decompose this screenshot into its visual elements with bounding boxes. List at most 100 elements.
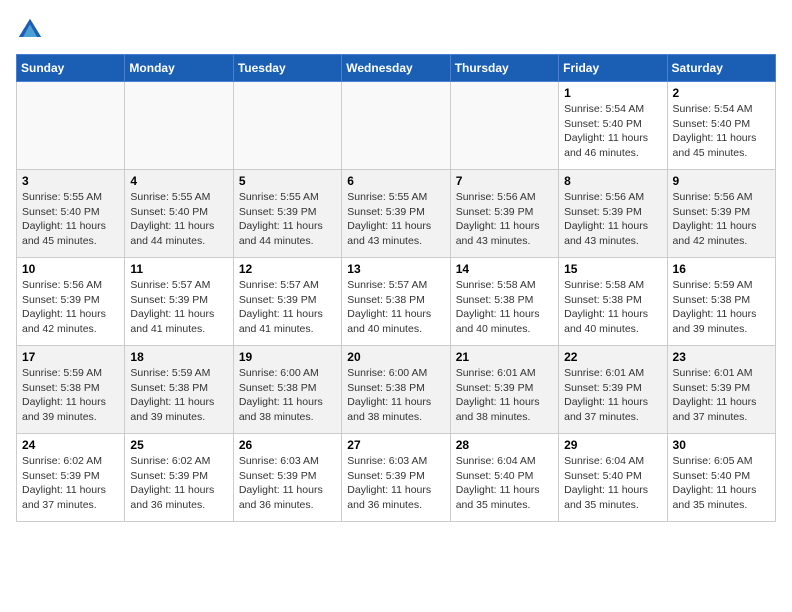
calendar-day-cell: 22 Sunrise: 6:01 AM Sunset: 5:39 PM Dayli… (559, 346, 667, 434)
day-info: Sunrise: 6:00 AM Sunset: 5:38 PM Dayligh… (347, 366, 444, 425)
day-number: 1 (564, 86, 661, 100)
day-info: Sunrise: 6:03 AM Sunset: 5:39 PM Dayligh… (347, 454, 444, 513)
calendar-day-cell: 17Sunrise: 5:59 AM Sunset: 5:38 PM Dayli… (17, 346, 125, 434)
calendar-day-cell: 27 Sunrise: 6:03 AM Sunset: 5:39 PM Dayli… (342, 434, 450, 522)
calendar-day-cell: 12 Sunrise: 5:57 AM Sunset: 5:39 PM Dayli… (233, 258, 341, 346)
calendar-week-row: 24 Sunrise: 6:02 AM Sunset: 5:39 PM Dayli… (17, 434, 776, 522)
day-number: 17 (22, 350, 119, 364)
calendar-day-cell: 23 Sunrise: 6:01 AM Sunset: 5:39 PM Dayli… (667, 346, 775, 434)
calendar-week-row: 10 Sunrise: 5:56 AM Sunset: 5:39 PM Dayli… (17, 258, 776, 346)
day-number: 14 (456, 262, 553, 276)
weekday-header-monday: Monday (125, 55, 233, 82)
day-number: 15 (564, 262, 661, 276)
day-number: 10 (22, 262, 119, 276)
day-info: Sunrise: 6:04 AM Sunset: 5:40 PM Dayligh… (564, 454, 661, 513)
calendar-day-cell: 10 Sunrise: 5:56 AM Sunset: 5:39 PM Dayli… (17, 258, 125, 346)
calendar-day-cell: 15 Sunrise: 5:58 AM Sunset: 5:38 PM Dayli… (559, 258, 667, 346)
day-info: Sunrise: 6:05 AM Sunset: 5:40 PM Dayligh… (673, 454, 770, 513)
day-info: Sunrise: 6:01 AM Sunset: 5:39 PM Dayligh… (564, 366, 661, 425)
day-info: Sunrise: 5:57 AM Sunset: 5:38 PM Dayligh… (347, 278, 444, 337)
weekday-header-sunday: Sunday (17, 55, 125, 82)
day-number: 23 (673, 350, 770, 364)
day-number: 12 (239, 262, 336, 276)
day-info: Sunrise: 5:59 AM Sunset: 5:38 PM Dayligh… (130, 366, 227, 425)
day-info: Sunrise: 5:54 AM Sunset: 5:40 PM Dayligh… (673, 102, 770, 161)
calendar-day-cell: 21 Sunrise: 6:01 AM Sunset: 5:39 PM Dayli… (450, 346, 558, 434)
day-number: 25 (130, 438, 227, 452)
day-info: Sunrise: 6:01 AM Sunset: 5:39 PM Dayligh… (456, 366, 553, 425)
empty-day-cell (233, 82, 341, 170)
empty-day-cell (342, 82, 450, 170)
calendar-day-cell: 1 Sunrise: 5:54 AM Sunset: 5:40 PM Daylig… (559, 82, 667, 170)
day-number: 18 (130, 350, 227, 364)
day-number: 21 (456, 350, 553, 364)
day-info: Sunrise: 5:59 AM Sunset: 5:38 PM Dayligh… (673, 278, 770, 337)
calendar-table: SundayMondayTuesdayWednesdayThursdayFrid… (16, 54, 776, 522)
day-number: 30 (673, 438, 770, 452)
day-number: 11 (130, 262, 227, 276)
calendar-week-row: 1 Sunrise: 5:54 AM Sunset: 5:40 PM Daylig… (17, 82, 776, 170)
day-number: 28 (456, 438, 553, 452)
day-number: 9 (673, 174, 770, 188)
calendar-day-cell: 16 Sunrise: 5:59 AM Sunset: 5:38 PM Dayli… (667, 258, 775, 346)
day-info: Sunrise: 5:55 AM Sunset: 5:40 PM Dayligh… (22, 190, 119, 249)
day-info: Sunrise: 5:56 AM Sunset: 5:39 PM Dayligh… (564, 190, 661, 249)
day-info: Sunrise: 6:04 AM Sunset: 5:40 PM Dayligh… (456, 454, 553, 513)
calendar-day-cell: 29 Sunrise: 6:04 AM Sunset: 5:40 PM Dayli… (559, 434, 667, 522)
calendar-day-cell: 3Sunrise: 5:55 AM Sunset: 5:40 PM Daylig… (17, 170, 125, 258)
day-number: 13 (347, 262, 444, 276)
calendar-day-cell: 8 Sunrise: 5:56 AM Sunset: 5:39 PM Daylig… (559, 170, 667, 258)
day-number: 16 (673, 262, 770, 276)
day-info: Sunrise: 5:57 AM Sunset: 5:39 PM Dayligh… (239, 278, 336, 337)
calendar-day-cell: 5Sunrise: 5:55 AM Sunset: 5:39 PM Daylig… (233, 170, 341, 258)
day-number: 20 (347, 350, 444, 364)
calendar-day-cell: 6Sunrise: 5:55 AM Sunset: 5:39 PM Daylig… (342, 170, 450, 258)
weekday-header-friday: Friday (559, 55, 667, 82)
calendar-day-cell: 11 Sunrise: 5:57 AM Sunset: 5:39 PM Dayli… (125, 258, 233, 346)
day-info: Sunrise: 5:58 AM Sunset: 5:38 PM Dayligh… (564, 278, 661, 337)
weekday-header-wednesday: Wednesday (342, 55, 450, 82)
calendar-day-cell: 30 Sunrise: 6:05 AM Sunset: 5:40 PM Dayli… (667, 434, 775, 522)
logo-icon (16, 16, 44, 44)
day-number: 4 (130, 174, 227, 188)
day-info: Sunrise: 6:02 AM Sunset: 5:39 PM Dayligh… (22, 454, 119, 513)
weekday-header-row: SundayMondayTuesdayWednesdayThursdayFrid… (17, 55, 776, 82)
day-number: 29 (564, 438, 661, 452)
calendar-day-cell: 4Sunrise: 5:55 AM Sunset: 5:40 PM Daylig… (125, 170, 233, 258)
day-number: 26 (239, 438, 336, 452)
day-info: Sunrise: 5:57 AM Sunset: 5:39 PM Dayligh… (130, 278, 227, 337)
calendar-day-cell: 19Sunrise: 6:00 AM Sunset: 5:38 PM Dayli… (233, 346, 341, 434)
calendar-day-cell: 20 Sunrise: 6:00 AM Sunset: 5:38 PM Dayli… (342, 346, 450, 434)
day-info: Sunrise: 6:01 AM Sunset: 5:39 PM Dayligh… (673, 366, 770, 425)
day-info: Sunrise: 5:55 AM Sunset: 5:39 PM Dayligh… (347, 190, 444, 249)
page-header (16, 16, 776, 44)
weekday-header-tuesday: Tuesday (233, 55, 341, 82)
weekday-header-saturday: Saturday (667, 55, 775, 82)
calendar-day-cell: 9 Sunrise: 5:56 AM Sunset: 5:39 PM Daylig… (667, 170, 775, 258)
day-info: Sunrise: 5:56 AM Sunset: 5:39 PM Dayligh… (673, 190, 770, 249)
day-number: 24 (22, 438, 119, 452)
day-info: Sunrise: 5:55 AM Sunset: 5:39 PM Dayligh… (239, 190, 336, 249)
calendar-day-cell: 25 Sunrise: 6:02 AM Sunset: 5:39 PM Dayli… (125, 434, 233, 522)
day-info: Sunrise: 6:03 AM Sunset: 5:39 PM Dayligh… (239, 454, 336, 513)
day-number: 7 (456, 174, 553, 188)
calendar-day-cell: 7Sunrise: 5:56 AM Sunset: 5:39 PM Daylig… (450, 170, 558, 258)
day-number: 19 (239, 350, 336, 364)
day-info: Sunrise: 5:58 AM Sunset: 5:38 PM Dayligh… (456, 278, 553, 337)
day-info: Sunrise: 5:56 AM Sunset: 5:39 PM Dayligh… (22, 278, 119, 337)
calendar-day-cell: 2 Sunrise: 5:54 AM Sunset: 5:40 PM Daylig… (667, 82, 775, 170)
calendar-week-row: 17 Sunrise: 5:59 AM Sunset: 5:38 PM Dayli… (17, 346, 776, 434)
calendar-day-cell: 13 Sunrise: 5:57 AM Sunset: 5:38 PM Dayli… (342, 258, 450, 346)
empty-day-cell (450, 82, 558, 170)
calendar-day-cell: 24 Sunrise: 6:02 AM Sunset: 5:39 PM Dayli… (17, 434, 125, 522)
empty-day-cell (17, 82, 125, 170)
calendar-day-cell: 26 Sunrise: 6:03 AM Sunset: 5:39 PM Dayli… (233, 434, 341, 522)
day-info: Sunrise: 6:02 AM Sunset: 5:39 PM Dayligh… (130, 454, 227, 513)
day-number: 2 (673, 86, 770, 100)
day-number: 8 (564, 174, 661, 188)
day-number: 22 (564, 350, 661, 364)
day-info: Sunrise: 5:54 AM Sunset: 5:40 PM Dayligh… (564, 102, 661, 161)
calendar-week-row: 3Sunrise: 5:55 AM Sunset: 5:40 PM Daylig… (17, 170, 776, 258)
day-number: 27 (347, 438, 444, 452)
logo (16, 16, 48, 44)
